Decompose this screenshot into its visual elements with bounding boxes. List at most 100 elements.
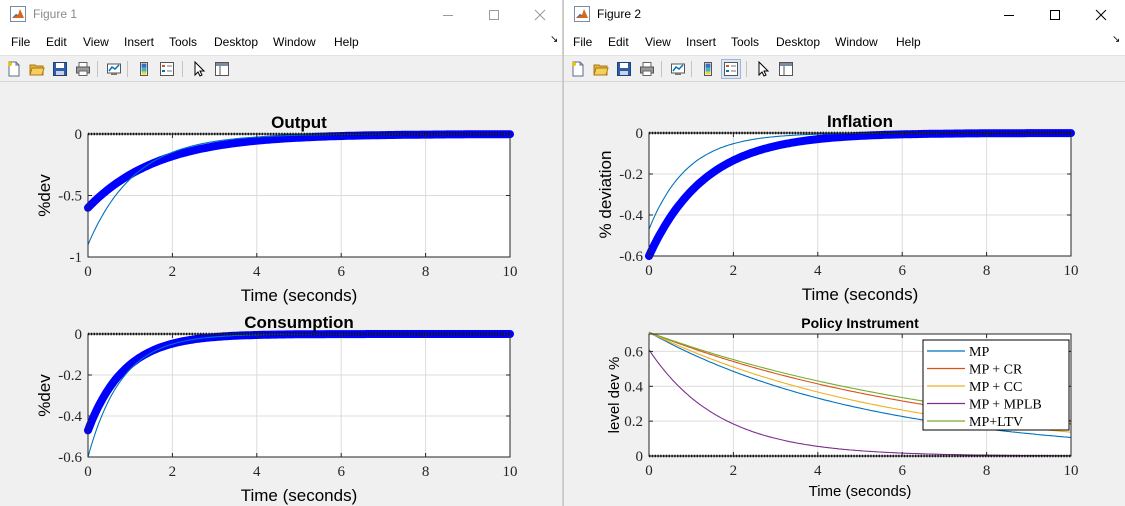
x-axis-label: Time (seconds): [241, 486, 358, 505]
menu-tools[interactable]: Tools: [169, 35, 197, 49]
toolbar-separator: [97, 61, 98, 77]
legend-button[interactable]: [157, 59, 177, 79]
close-icon: [534, 9, 546, 20]
figure-2-window: Figure 2 File Edit View Insert Tools Des…: [563, 0, 1125, 506]
x-tick-label: 10: [1064, 263, 1079, 279]
menu-insert[interactable]: Insert: [686, 35, 716, 49]
new-figure-button[interactable]: [568, 59, 588, 79]
menu-help[interactable]: Help: [896, 35, 921, 49]
minimize-button[interactable]: [986, 0, 1032, 29]
colorbar-button[interactable]: [698, 59, 718, 79]
menu-file[interactable]: File: [573, 35, 592, 49]
chart-title: Consumption: [244, 313, 354, 332]
menu-tools[interactable]: Tools: [731, 35, 759, 49]
minimize-button[interactable]: [425, 0, 471, 29]
x-tick-label: 6: [898, 263, 906, 279]
close-button[interactable]: [1078, 0, 1124, 29]
menu-edit[interactable]: Edit: [608, 35, 629, 49]
property-inspector-button[interactable]: [212, 59, 232, 79]
menu-overflow-icon[interactable]: ↘: [550, 34, 558, 45]
x-tick-label: 8: [983, 463, 991, 479]
y-axis-label: %dev: [35, 374, 54, 417]
y-tick-label: -0.5: [58, 189, 82, 205]
link-plot-icon: [671, 63, 685, 75]
x-tick-label: 0: [84, 464, 92, 480]
x-tick-label: 6: [898, 463, 906, 479]
title-bar[interactable]: Figure 1: [0, 0, 562, 29]
figure-1-plot-area: 0 2 4 6 8 10 -1 -0.5 0 Output Time (seconds) %dev 0 2…: [0, 82, 562, 506]
edit-plot-button[interactable]: [753, 59, 773, 79]
menu-desktop[interactable]: Desktop: [214, 35, 258, 49]
title-bar[interactable]: Figure 2: [564, 0, 1125, 29]
open-file-button[interactable]: [591, 59, 611, 79]
new-figure-icon: [8, 61, 20, 77]
chart-title: Policy Instrument: [801, 315, 919, 331]
output-chart: 0 2 4 6 8 10 -1 -0.5 0 Output Time (seconds) %dev: [35, 113, 518, 305]
y-tick-label: -0.6: [58, 450, 82, 466]
close-icon: [1095, 9, 1107, 20]
toolbar-separator: [661, 61, 662, 77]
maximize-button[interactable]: [1032, 0, 1078, 29]
menu-overflow-icon[interactable]: ↘: [1112, 34, 1120, 45]
consumption-chart: 0 2 4 6 8 10 -0.6 -0.4 -0.2 0 Consumption Time (sec…: [35, 313, 518, 505]
legend-button[interactable]: [721, 59, 741, 79]
inflation-chart: 0 2 4 6 8 10 -0.6 -0.4 -0.2 0 Inflation Time (secon…: [596, 112, 1079, 304]
menu-bar: File Edit View Insert Tools Desktop Wind…: [0, 29, 562, 55]
toolbar-separator: [182, 61, 183, 77]
save-icon: [617, 62, 631, 76]
legend-label: MP + CR: [969, 363, 1023, 378]
close-button[interactable]: [517, 0, 562, 29]
save-button[interactable]: [50, 59, 70, 79]
menu-edit[interactable]: Edit: [46, 35, 67, 49]
colorbar-button[interactable]: [134, 59, 154, 79]
x-tick-label: 4: [814, 263, 822, 279]
legend-icon: [724, 62, 738, 76]
maximize-button[interactable]: [471, 0, 517, 29]
open-file-button[interactable]: [27, 59, 47, 79]
x-tick-label: 2: [169, 264, 177, 280]
open-file-icon: [593, 64, 609, 76]
y-tick-label: 0.6: [624, 344, 643, 360]
window-title: Figure 2: [597, 7, 642, 21]
minimize-icon: [1004, 14, 1014, 16]
link-plot-icon: [107, 63, 121, 75]
edit-plot-button[interactable]: [189, 59, 209, 79]
new-figure-button[interactable]: [4, 59, 24, 79]
menu-help[interactable]: Help: [334, 35, 359, 49]
y-tick-label: 0: [636, 126, 644, 142]
new-figure-icon: [572, 61, 584, 77]
x-tick-label: 10: [1064, 463, 1079, 479]
save-button[interactable]: [614, 59, 634, 79]
menu-view[interactable]: View: [83, 35, 109, 49]
figure-2-axes: 0 2 4 6 8 10 -0.6 -0.4 -0.2 0 Inflation Time (secon…: [596, 112, 1079, 500]
figure-1-axes: 0 2 4 6 8 10 -1 -0.5 0 Output Time (seconds) %dev 0 2…: [35, 113, 518, 505]
y-tick-label: 0.4: [624, 379, 643, 395]
y-tick-label: 0.2: [624, 414, 643, 430]
x-tick-label: 2: [169, 464, 177, 480]
maximize-icon: [1050, 9, 1060, 20]
legend: MP MP + CR MP + CC MP + MPLB MP+LTV: [922, 339, 1070, 431]
link-plot-button[interactable]: [104, 59, 124, 79]
save-icon: [53, 62, 67, 76]
y-axis-label: % deviation: [596, 151, 615, 239]
maximize-icon: [489, 9, 499, 20]
menu-window[interactable]: Window: [273, 35, 316, 49]
x-tick-label: 10: [503, 264, 518, 280]
chart-title: Inflation: [827, 112, 893, 131]
menu-desktop[interactable]: Desktop: [776, 35, 820, 49]
property-inspector-button[interactable]: [776, 59, 796, 79]
menu-insert[interactable]: Insert: [124, 35, 154, 49]
menu-window[interactable]: Window: [835, 35, 878, 49]
minimize-icon: [443, 14, 453, 16]
x-tick-label: 4: [253, 264, 261, 280]
x-axis-label: Time (seconds): [241, 286, 358, 305]
menu-file[interactable]: File: [11, 35, 30, 49]
y-tick-label: -0.2: [619, 167, 643, 183]
menu-view[interactable]: View: [645, 35, 671, 49]
toolbar-separator: [691, 61, 692, 77]
print-button[interactable]: [73, 59, 93, 79]
print-button[interactable]: [637, 59, 657, 79]
link-plot-button[interactable]: [668, 59, 688, 79]
x-tick-label: 0: [84, 264, 92, 280]
y-axis-label: level dev %: [606, 357, 623, 434]
